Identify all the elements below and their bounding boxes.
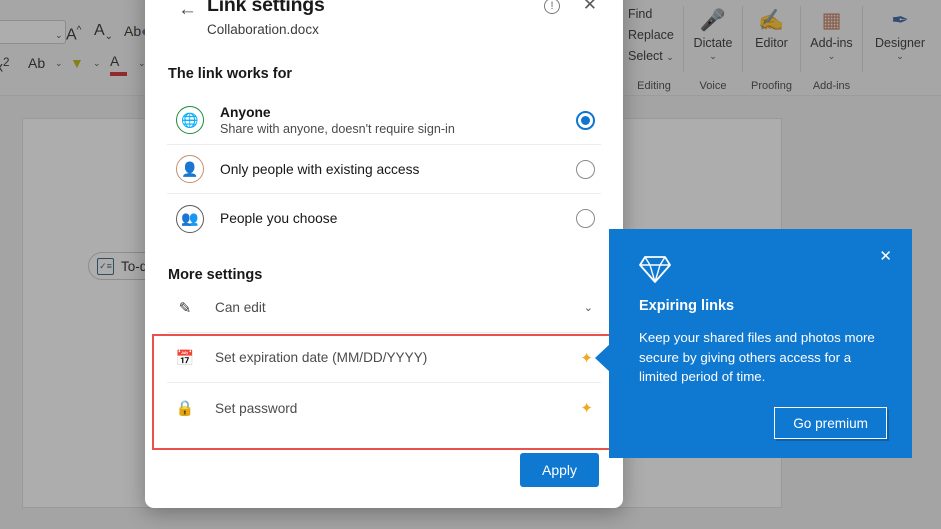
- premium-sparkle-icon: ✦: [580, 349, 593, 367]
- pencil-icon: ✎: [174, 299, 196, 317]
- calendar-icon: 📅: [174, 349, 196, 367]
- expiring-links-callout: ✕ Expiring links Keep your shared files …: [609, 229, 912, 458]
- option-row-anyone[interactable]: 🌐 Anyone Share with anyone, doesn't requ…: [167, 96, 601, 145]
- person-arrow-icon: 👤: [176, 155, 204, 183]
- more-settings-list: ✎ Can edit ⌄ 📅 Set expiration date (MM/D…: [145, 283, 623, 433]
- premium-sparkle-icon: ✦: [580, 399, 593, 417]
- dialog-header: ← Link settings Collaboration.docx ! ✕: [145, 0, 623, 44]
- chevron-down-icon[interactable]: ⌄: [584, 301, 593, 314]
- option-description: Share with anyone, doesn't require sign-…: [220, 122, 576, 136]
- option-title: Anyone: [220, 105, 576, 120]
- section-heading-link-works-for: The link works for: [168, 66, 623, 82]
- setting-row-set-expiration-date[interactable]: 📅 Set expiration date (MM/DD/YYYY) ✦: [167, 333, 601, 383]
- info-icon[interactable]: !: [544, 0, 560, 14]
- link-audience-options: 🌐 Anyone Share with anyone, doesn't requ…: [145, 96, 623, 243]
- section-heading-more-settings: More settings: [168, 267, 623, 283]
- callout-title: Expiring links: [639, 298, 734, 314]
- callout-pointer-arrow: [595, 343, 611, 373]
- setting-label: Set password: [215, 401, 580, 416]
- link-settings-dialog: ← Link settings Collaboration.docx ! ✕ T…: [145, 0, 623, 508]
- option-row-existing-access[interactable]: 👤 Only people with existing access: [167, 145, 601, 194]
- radio-people-you-choose[interactable]: [576, 209, 595, 228]
- option-row-people-you-choose[interactable]: 👥 People you choose: [167, 194, 601, 243]
- diamond-premium-icon: [639, 254, 671, 284]
- dialog-filename: Collaboration.docx: [207, 22, 319, 37]
- app-root: ⌄ A^ A⌄ Ab● x2 Ab ⌄ ▼ ⌄ A ⌄ Find Replace: [0, 0, 941, 529]
- setting-label: Can edit: [215, 300, 584, 315]
- callout-close-icon[interactable]: ✕: [879, 249, 892, 264]
- back-arrow-icon[interactable]: ←: [178, 0, 197, 19]
- option-text-existing-access: Only people with existing access: [220, 162, 576, 177]
- dialog-footer: Apply: [145, 453, 623, 487]
- globe-icon: 🌐: [176, 106, 204, 134]
- option-text-people-you-choose: People you choose: [220, 211, 576, 226]
- setting-row-can-edit[interactable]: ✎ Can edit ⌄: [167, 283, 601, 333]
- option-text-anyone: Anyone Share with anyone, doesn't requir…: [220, 105, 576, 136]
- apply-button[interactable]: Apply: [520, 453, 599, 487]
- setting-label: Set expiration date (MM/DD/YYYY): [215, 350, 580, 365]
- people-add-icon: 👥: [176, 205, 204, 233]
- lock-icon: 🔒: [174, 399, 196, 417]
- option-title: Only people with existing access: [220, 162, 576, 177]
- radio-existing-access[interactable]: [576, 160, 595, 179]
- go-premium-button[interactable]: Go premium: [774, 407, 887, 439]
- callout-body: Keep your shared files and photos more s…: [639, 328, 891, 387]
- setting-row-set-password[interactable]: 🔒 Set password ✦: [167, 383, 601, 433]
- close-icon[interactable]: ✕: [583, 0, 597, 13]
- dialog-title: Link settings: [207, 0, 325, 17]
- option-title: People you choose: [220, 211, 576, 226]
- radio-anyone[interactable]: [576, 111, 595, 130]
